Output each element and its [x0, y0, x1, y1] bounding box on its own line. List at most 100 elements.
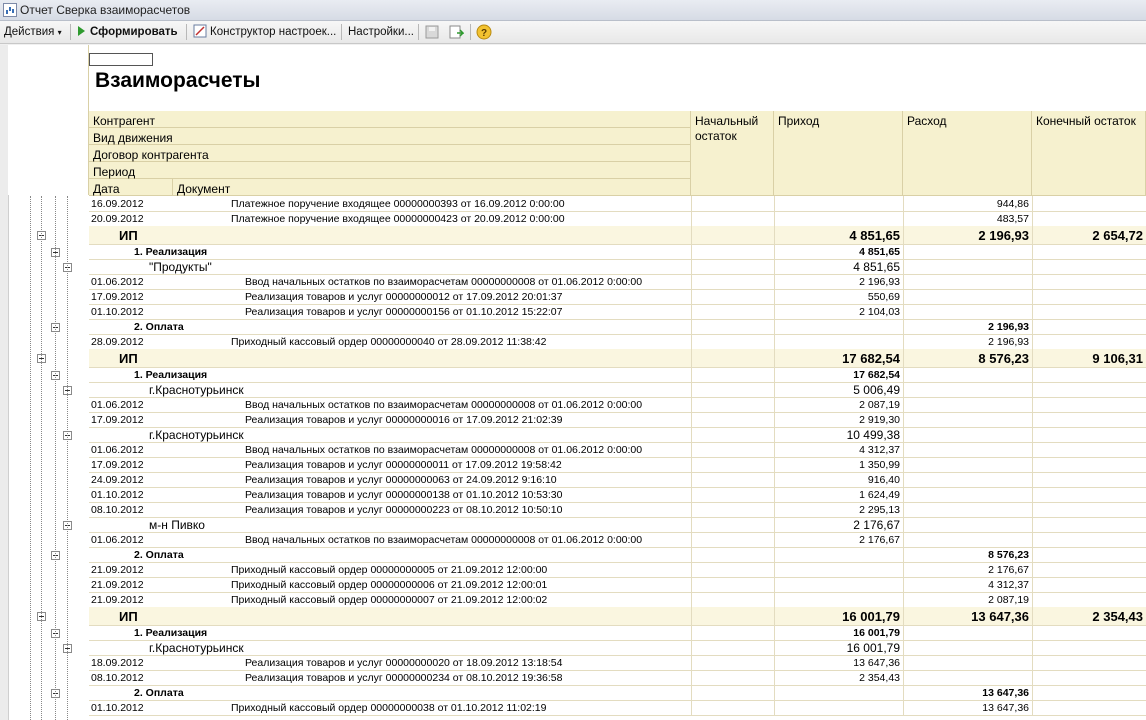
row-out — [903, 244, 1032, 259]
report-row-grp[interactable]: ИП 4 851,65 2 196,93 2 654,72 — [89, 226, 1146, 245]
row-date: 01.06.2012 — [91, 398, 144, 411]
toolbar: Действия ▾ Сформировать Конструктор наст… — [0, 21, 1146, 44]
row-in — [774, 319, 903, 334]
separator — [418, 24, 419, 40]
report-row-lvl3[interactable]: м-н Пивко 2 176,67 — [89, 517, 1146, 533]
header-start-balance: Начальный остаток — [691, 111, 774, 196]
row-date: 24.09.2012 — [91, 473, 144, 486]
report-row-sub[interactable]: 1. Реализация 4 851,65 — [89, 244, 1146, 260]
row-date: 20.09.2012 — [91, 212, 144, 225]
row-start — [691, 211, 774, 226]
row-end — [1032, 442, 1146, 457]
row-out — [903, 289, 1032, 304]
report-row-lvl3[interactable]: г.Краснотурьинск 10 499,38 — [89, 427, 1146, 443]
row-in: 16 001,79 — [774, 607, 903, 625]
report-row-det[interactable]: 16.09.2012 Платежное поручение входящее 0… — [89, 196, 1146, 212]
separator — [186, 24, 187, 40]
header-date: Дата — [89, 179, 173, 196]
report-row-grp[interactable]: ИП 16 001,79 13 647,36 2 354,43 — [89, 607, 1146, 626]
row-in: 550,69 — [774, 289, 903, 304]
row-start — [691, 382, 774, 397]
report-row-det[interactable]: 01.10.2012 Приходный кассовый ордер 00000… — [89, 700, 1146, 716]
row-out: 13 647,36 — [903, 607, 1032, 625]
report-row-det[interactable]: 17.09.2012 Реализация товаров и услуг 000… — [89, 289, 1146, 305]
report-row-det[interactable]: 01.06.2012 Ввод начальных остатков по вза… — [89, 532, 1146, 548]
row-out: 2 196,93 — [903, 319, 1032, 334]
row-document: Ввод начальных остатков по взаиморасчета… — [245, 533, 643, 546]
row-in: 2 104,03 — [774, 304, 903, 319]
row-document: Реализация товаров и услуг 00000000063 о… — [245, 473, 557, 486]
row-date: 17.09.2012 — [91, 458, 144, 471]
row-out: 2 196,93 — [903, 334, 1032, 349]
row-document: м-н Пивко — [149, 517, 205, 532]
generate-button[interactable]: Сформировать — [78, 24, 178, 40]
save-disabled-icon[interactable] — [424, 24, 440, 40]
report-row-sub[interactable]: 1. Реализация 17 682,54 — [89, 367, 1146, 383]
row-document: ИП — [119, 608, 138, 624]
row-end — [1032, 685, 1146, 700]
row-out — [903, 457, 1032, 472]
report-row-det[interactable]: 21.09.2012 Приходный кассовый ордер 00000… — [89, 562, 1146, 578]
report-row-det[interactable]: 01.06.2012 Ввод начальных остатков по вза… — [89, 442, 1146, 458]
report-row-sub[interactable]: 1. Реализация 16 001,79 — [89, 625, 1146, 641]
report-row-det[interactable]: 21.09.2012 Приходный кассовый ордер 00000… — [89, 592, 1146, 608]
row-start — [691, 334, 774, 349]
report-row-det[interactable]: 01.10.2012 Реализация товаров и услуг 000… — [89, 487, 1146, 503]
row-in: 16 001,79 — [774, 625, 903, 640]
row-date: 21.09.2012 — [91, 593, 144, 606]
row-in: 2 196,93 — [774, 274, 903, 289]
report-row-sub[interactable]: 2. Оплата 2 196,93 — [89, 319, 1146, 335]
row-date: 01.10.2012 — [91, 305, 144, 318]
row-start — [691, 625, 774, 640]
row-date: 21.09.2012 — [91, 578, 144, 591]
report-row-sub[interactable]: 2. Оплата 13 647,36 — [89, 685, 1146, 701]
report-row-det[interactable]: 01.06.2012 Ввод начальных остатков по вза… — [89, 397, 1146, 413]
row-start — [691, 685, 774, 700]
row-start — [691, 517, 774, 532]
row-end — [1032, 457, 1146, 472]
row-end: 2 354,43 — [1032, 607, 1146, 625]
report-row-lvl3[interactable]: г.Краснотурьинск 5 006,49 — [89, 382, 1146, 398]
row-end — [1032, 196, 1146, 211]
tree-gutter — [0, 45, 89, 720]
constructor-button[interactable]: Конструктор настроек... — [193, 24, 336, 40]
report-row-det[interactable]: 01.10.2012 Реализация товаров и услуг 000… — [89, 304, 1146, 320]
header-expense: Расход — [903, 111, 1032, 196]
row-in — [774, 577, 903, 592]
report-row-det[interactable]: 08.10.2012 Реализация товаров и услуг 000… — [89, 670, 1146, 686]
header-contract: Договор контрагента — [89, 145, 691, 162]
actions-menu[interactable]: Действия ▾ — [4, 24, 62, 40]
row-date: 01.06.2012 — [91, 443, 144, 456]
row-document: г.Краснотурьинск — [149, 427, 244, 442]
export-icon[interactable] — [448, 24, 464, 40]
row-in: 2 176,67 — [774, 517, 903, 532]
row-start — [691, 244, 774, 259]
row-start — [691, 397, 774, 412]
row-end — [1032, 274, 1146, 289]
report-row-det[interactable]: 20.09.2012 Платежное поручение входящее 0… — [89, 211, 1146, 227]
report-row-det[interactable]: 17.09.2012 Реализация товаров и услуг 000… — [89, 412, 1146, 428]
row-out: 2 176,67 — [903, 562, 1032, 577]
row-end — [1032, 562, 1146, 577]
report-row-det[interactable]: 08.10.2012 Реализация товаров и услуг 000… — [89, 502, 1146, 518]
report-row-det[interactable]: 24.09.2012 Реализация товаров и услуг 000… — [89, 472, 1146, 488]
report-row-det[interactable]: 01.06.2012 Ввод начальных остатков по вза… — [89, 274, 1146, 290]
report-row-det[interactable]: 17.09.2012 Реализация товаров и услуг 000… — [89, 457, 1146, 473]
report-row-det[interactable]: 18.09.2012 Реализация товаров и услуг 000… — [89, 655, 1146, 671]
settings-button[interactable]: Настройки... — [348, 24, 414, 40]
report-row-sub[interactable]: 2. Оплата 8 576,23 — [89, 547, 1146, 563]
header-movement: Вид движения — [89, 128, 691, 145]
report-row-lvl3[interactable]: г.Краснотурьинск 16 001,79 — [89, 640, 1146, 656]
row-end — [1032, 655, 1146, 670]
report-row-grp[interactable]: ИП 17 682,54 8 576,23 9 106,31 — [89, 349, 1146, 368]
header-document: Документ — [173, 179, 691, 196]
row-document: Приходный кассовый ордер 00000000040 от … — [231, 335, 547, 348]
report-row-det[interactable]: 21.09.2012 Приходный кассовый ордер 00000… — [89, 577, 1146, 593]
row-in: 1 624,49 — [774, 487, 903, 502]
help-icon[interactable]: ? — [476, 24, 492, 40]
report-row-det[interactable]: 28.09.2012 Приходный кассовый ордер 00000… — [89, 334, 1146, 350]
row-end — [1032, 502, 1146, 517]
row-end — [1032, 244, 1146, 259]
header-counterparty: Контрагент — [89, 111, 691, 128]
report-row-lvl3[interactable]: "Продукты" 4 851,65 — [89, 259, 1146, 275]
